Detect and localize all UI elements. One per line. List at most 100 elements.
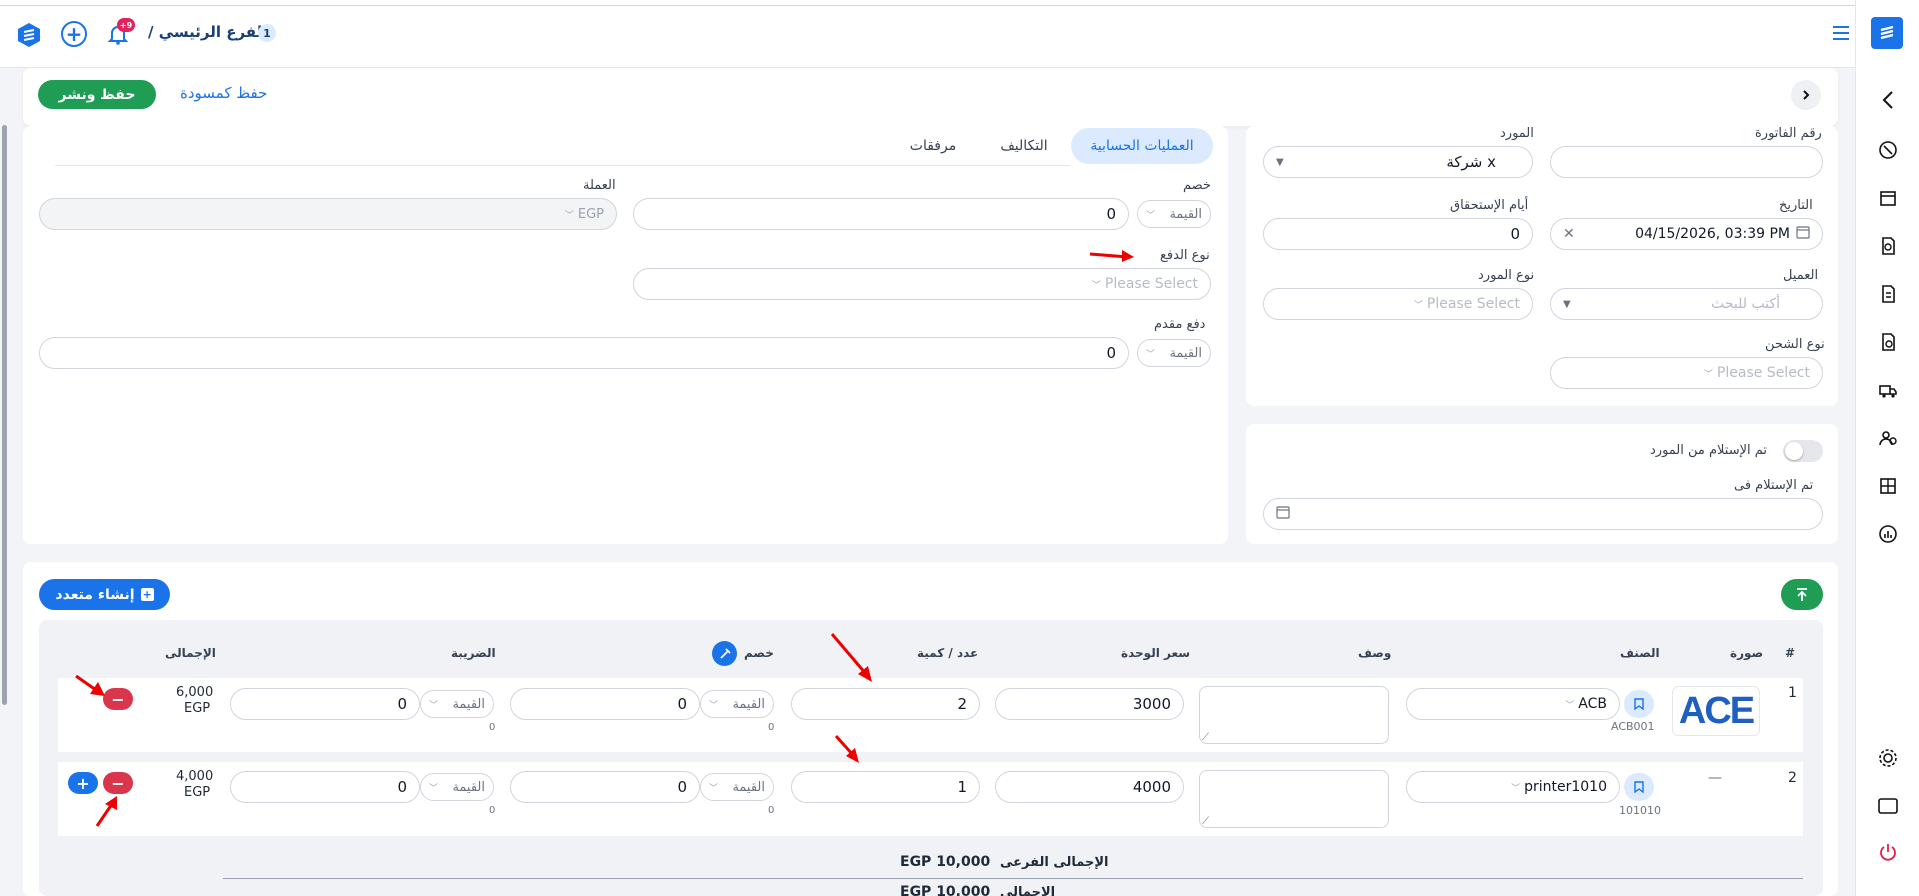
- supplier-type-select[interactable]: ﹀ Please Select: [1263, 288, 1533, 320]
- dashboard-icon[interactable]: [1876, 138, 1900, 162]
- item-value: printer1010: [1524, 779, 1607, 795]
- add-row-button[interactable]: +: [68, 772, 98, 794]
- item-select[interactable]: ﹀ printer1010: [1406, 771, 1620, 803]
- purchase-icon[interactable]: [1876, 330, 1900, 354]
- remove-row-button[interactable]: −: [103, 772, 133, 794]
- due-days-label: أيام الإستحقاق: [1450, 198, 1529, 213]
- brand-logo-icon[interactable]: [1871, 17, 1903, 49]
- discount-sub: 0: [768, 722, 775, 733]
- customer-label: العميل: [1783, 268, 1819, 283]
- discount-field[interactable]: 0: [510, 688, 700, 720]
- supplier-select[interactable]: ▼ شركة x: [1263, 146, 1533, 178]
- branch-breadcrumb[interactable]: الفرع الرئيسي /: [148, 23, 267, 41]
- tab-calculations[interactable]: العمليات الحسابية: [1071, 128, 1213, 164]
- supplier-value: شركة x: [1446, 153, 1496, 171]
- row-num: 1: [1788, 685, 1797, 701]
- store-icon[interactable]: [1876, 186, 1900, 210]
- tax-field[interactable]: 0: [230, 688, 420, 720]
- resize-handle-icon[interactable]: ⟋: [1202, 816, 1209, 827]
- bookmark-icon[interactable]: [1624, 773, 1654, 801]
- reports-icon[interactable]: [1876, 522, 1900, 546]
- tax-field[interactable]: 0: [230, 771, 420, 803]
- row-total-currency: EGP: [184, 701, 211, 716]
- payment-type-placeholder: Please Select: [1104, 276, 1198, 292]
- due-days-field[interactable]: 0: [1263, 218, 1533, 250]
- description-input[interactable]: ⟋: [1199, 686, 1389, 744]
- chevron-down-icon: ﹀: [1511, 783, 1521, 794]
- invoice-icon[interactable]: [1876, 282, 1900, 306]
- dropdown-caret-icon: ▼: [1276, 156, 1284, 168]
- bookmark-icon[interactable]: [1624, 690, 1654, 718]
- discount-field[interactable]: 0: [510, 771, 700, 803]
- calc-card: [23, 126, 1228, 544]
- save-draft-button[interactable]: حفظ كمسودة: [180, 84, 267, 102]
- inventory-icon[interactable]: [1876, 474, 1900, 498]
- annotation-arrow: [1089, 250, 1134, 262]
- chevron-down-icon: ﹀: [1146, 210, 1156, 221]
- resize-handle-icon[interactable]: ⟋: [1202, 732, 1209, 743]
- currency-select[interactable]: ﹀ EGP: [39, 198, 617, 230]
- add-icon[interactable]: +: [61, 21, 87, 47]
- app-logo-icon[interactable]: [16, 22, 42, 48]
- item-select[interactable]: ﹀ ACB: [1406, 688, 1620, 720]
- back-chevron-icon[interactable]: [1876, 88, 1900, 112]
- date-value: 04/15/2026, 03:39 PM: [1635, 226, 1790, 242]
- branch-number-badge: 1: [258, 24, 276, 42]
- multi-create-button[interactable]: إنشاء متعدد +: [39, 579, 170, 610]
- collapse-chevron-icon[interactable]: [1791, 80, 1821, 110]
- row-total-currency: EGP: [184, 785, 211, 800]
- received-at-field[interactable]: [1263, 498, 1823, 530]
- top-header: [0, 0, 1855, 68]
- col-header-qty: عدد / كمية: [917, 646, 979, 660]
- supplier-type-placeholder: Please Select: [1426, 296, 1520, 312]
- product-image: ACE: [1672, 686, 1760, 736]
- clear-icon[interactable]: ✕: [1563, 226, 1575, 242]
- menu-icon[interactable]: [1833, 26, 1849, 40]
- power-icon[interactable]: [1876, 840, 1900, 864]
- date-label: التاريخ: [1779, 198, 1813, 213]
- dropdown-caret-icon: ▼: [1563, 298, 1571, 310]
- tax-sub: 0: [768, 805, 775, 816]
- discount-type-select[interactable]: ﹀ القيمة: [700, 690, 774, 718]
- tab-costs[interactable]: التكاليف: [985, 128, 1063, 164]
- discount-type-select[interactable]: ﹀ القيمة: [700, 773, 774, 801]
- received-toggle[interactable]: [1783, 440, 1823, 462]
- advance-label: دفع مقدم: [1154, 317, 1206, 332]
- unit-price-field[interactable]: 3000: [995, 688, 1184, 720]
- calendar-icon: [1276, 505, 1290, 523]
- settings-icon[interactable]: [1876, 746, 1900, 770]
- discount-type-select[interactable]: ﹀ القيمة: [1137, 200, 1211, 228]
- qty-field[interactable]: 2: [791, 688, 980, 720]
- advance-type-select[interactable]: ﹀ القيمة: [1137, 339, 1211, 367]
- delivery-icon[interactable]: [1876, 378, 1900, 402]
- advance-field[interactable]: 0: [39, 337, 1129, 369]
- chevron-down-icon: ﹀: [1703, 369, 1713, 380]
- unit-price-field[interactable]: 4000: [995, 771, 1184, 803]
- chevron-down-icon: ﹀: [564, 210, 574, 221]
- date-field[interactable]: ✕ 04/15/2026, 03:39 PM: [1550, 218, 1823, 250]
- tax-type-select[interactable]: ﹀ القيمة: [420, 773, 494, 801]
- tax-type-select[interactable]: ﹀ القيمة: [420, 690, 494, 718]
- scroll-top-button[interactable]: [1781, 579, 1823, 610]
- users-icon[interactable]: [1876, 426, 1900, 450]
- document-search-icon[interactable]: [1876, 234, 1900, 258]
- shipping-type-placeholder: Please Select: [1716, 365, 1810, 381]
- shipping-type-select[interactable]: ﹀ Please Select: [1550, 357, 1823, 389]
- discount-field[interactable]: 0: [633, 198, 1129, 230]
- save-publish-button[interactable]: حفظ ونشر: [38, 80, 156, 109]
- payment-type-select[interactable]: ﹀ Please Select: [633, 268, 1211, 300]
- qty-field[interactable]: 1: [791, 771, 980, 803]
- tax-type-value: القيمة: [452, 696, 485, 712]
- action-bar: [23, 68, 1838, 126]
- discount-edit-icon[interactable]: [712, 641, 737, 666]
- customer-search[interactable]: ▼ أكتب للبحث: [1550, 288, 1823, 320]
- annotation-arrow: [75, 674, 105, 696]
- invoice-no-field[interactable]: [1550, 146, 1823, 178]
- window-icon[interactable]: [1876, 794, 1900, 818]
- page-scrollbar-thumb[interactable]: [2, 125, 7, 705]
- description-input[interactable]: ⟋: [1199, 770, 1389, 828]
- tax-sub: 0: [489, 722, 496, 733]
- chevron-down-icon: ﹀: [1146, 349, 1156, 360]
- tab-attachments[interactable]: مرفقات: [898, 128, 968, 164]
- annotation-arrow: [830, 633, 872, 682]
